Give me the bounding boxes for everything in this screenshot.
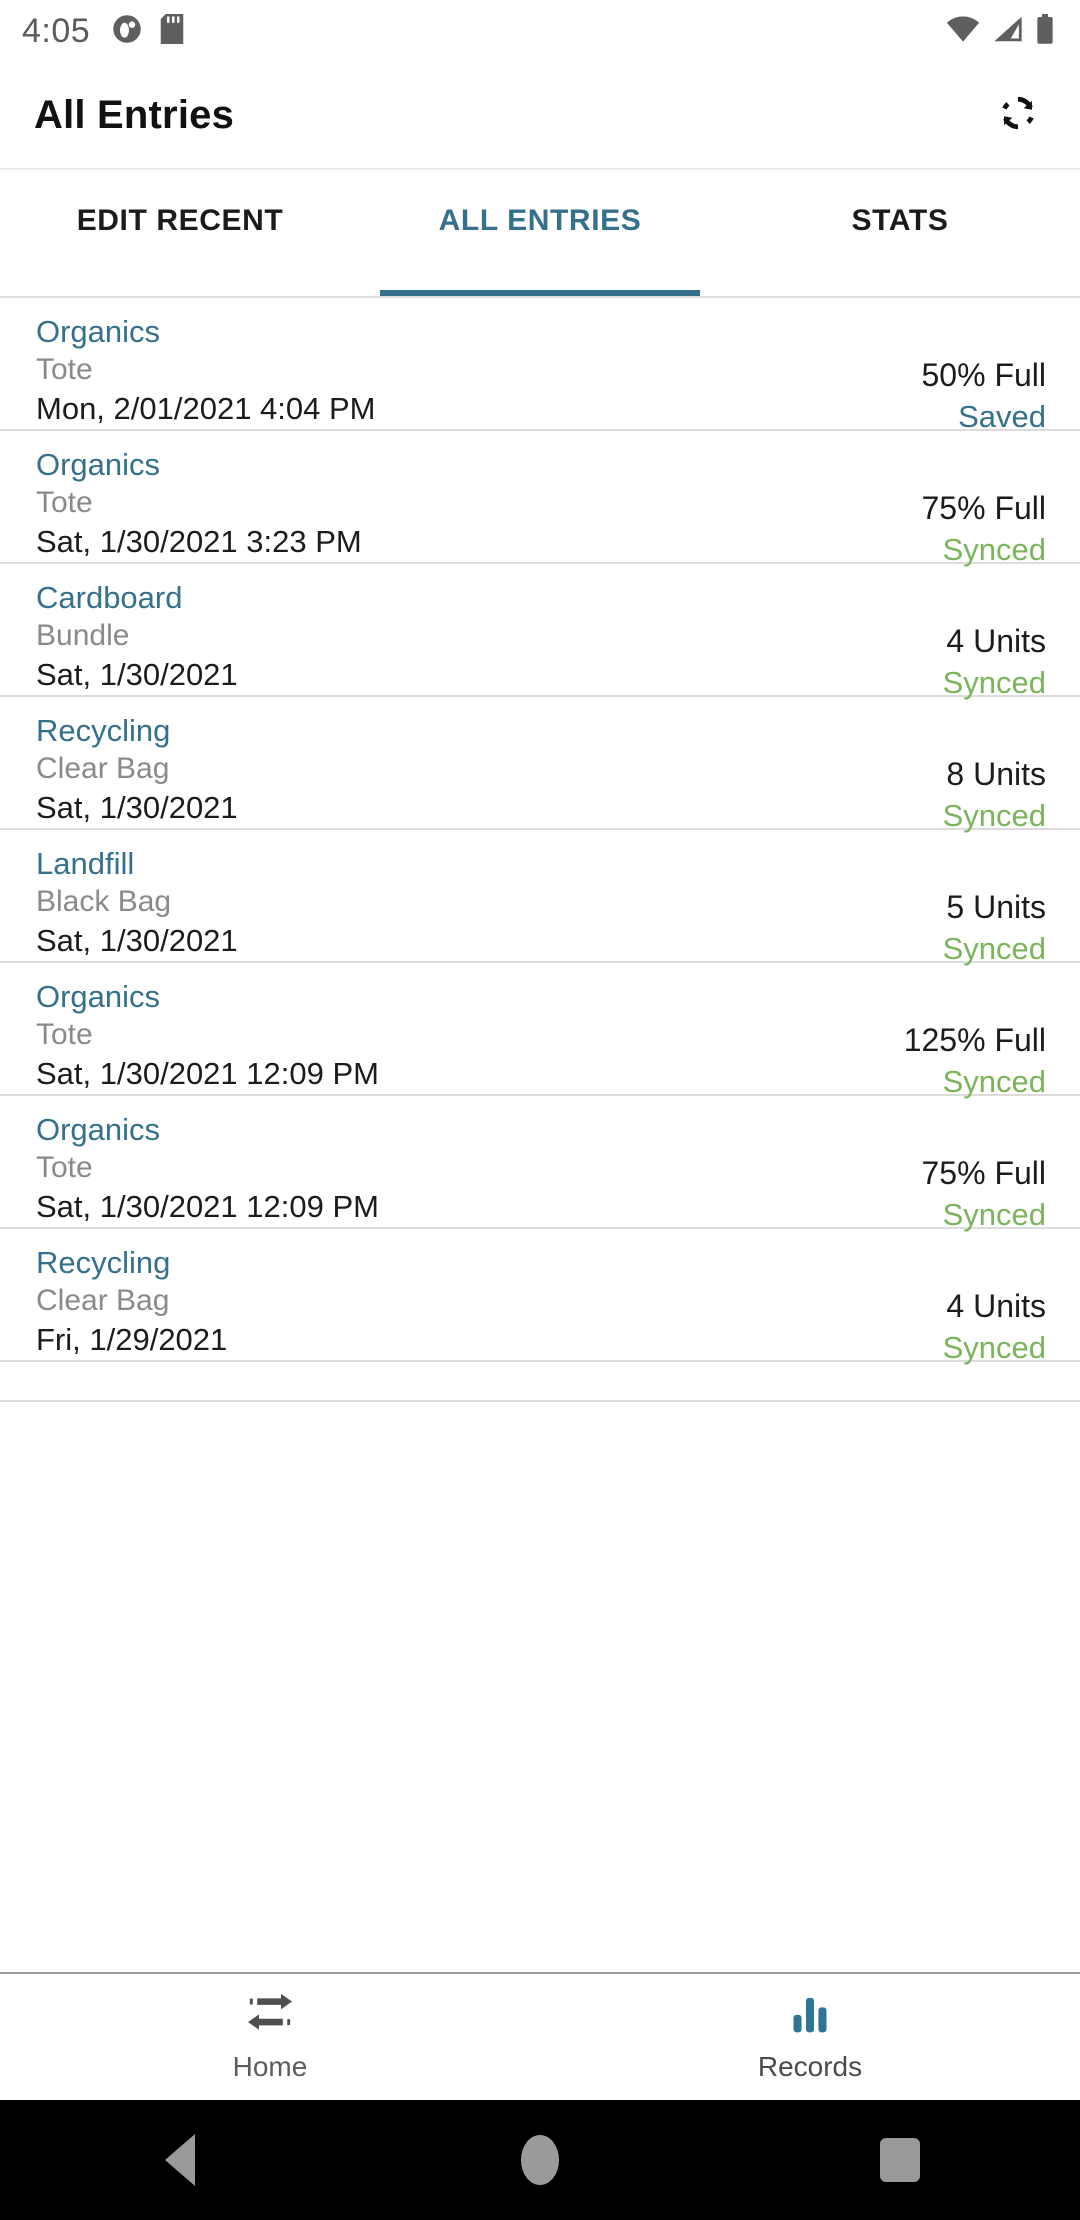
entry-details: Organics Tote Sat, 1/30/2021 3:23 PM xyxy=(36,445,362,562)
entry-date: Sat, 1/30/2021 xyxy=(36,790,238,825)
app-notification-icon xyxy=(112,14,142,49)
entry-details: Cardboard Bundle Sat, 1/30/2021 xyxy=(36,578,238,695)
entry-container: Tote xyxy=(36,1151,93,1184)
back-triangle-icon xyxy=(165,2134,195,2186)
table-row-partial[interactable] xyxy=(0,1362,1080,1402)
entry-category: Organics xyxy=(36,1112,161,1147)
entry-date: Sat, 1/30/2021 3:23 PM xyxy=(36,524,362,559)
tab-label: ALL ENTRIES xyxy=(438,204,642,237)
status-bar-left-icons xyxy=(112,13,184,49)
table-row[interactable]: Organics Tote Sat, 1/30/2021 12:09 PM 75… xyxy=(0,1096,1080,1232)
table-row[interactable]: Recycling Clear Bag Fri, 1/29/2021 4 Uni… xyxy=(0,1229,1080,1365)
entry-category: Cardboard xyxy=(36,580,183,615)
table-row[interactable]: Organics Tote Mon, 2/01/2021 4:04 PM 50%… xyxy=(0,298,1080,434)
table-row[interactable]: Recycling Clear Bag Sat, 1/30/2021 8 Uni… xyxy=(0,697,1080,833)
entry-meta: 4 Units Synced xyxy=(943,1243,1046,1369)
status-bar-right-icons xyxy=(946,13,1054,49)
wifi-icon xyxy=(946,15,980,48)
entry-amount: 75% Full xyxy=(921,490,1047,526)
nav-item-records[interactable]: Records xyxy=(540,1974,1080,2100)
sd-card-icon xyxy=(160,13,184,49)
bar-chart-icon xyxy=(788,1992,832,2041)
entry-amount: 5 Units xyxy=(946,889,1046,925)
entries-list[interactable]: Organics Tote Mon, 2/01/2021 4:04 PM 50%… xyxy=(0,298,1080,1972)
entry-date: Sat, 1/30/2021 xyxy=(36,923,238,958)
entry-date: Mon, 2/01/2021 4:04 PM xyxy=(36,391,376,426)
entry-category: Recycling xyxy=(36,1245,171,1280)
system-navigation-bar xyxy=(0,2100,1080,2220)
tab-all-entries[interactable]: ALL ENTRIES xyxy=(360,172,720,296)
home-button[interactable] xyxy=(360,2135,720,2185)
recents-square-icon xyxy=(880,2138,920,2182)
tab-label: EDIT RECENT xyxy=(76,204,284,237)
entry-details: Organics Tote Sat, 1/30/2021 12:09 PM xyxy=(36,1110,379,1227)
battery-icon xyxy=(1036,13,1054,49)
entry-category: Organics xyxy=(36,979,161,1014)
table-row[interactable]: Organics Tote Sat, 1/30/2021 12:09 PM 12… xyxy=(0,963,1080,1099)
refresh-icon xyxy=(996,91,1040,140)
entry-meta: 125% Full Synced xyxy=(904,977,1046,1103)
table-row[interactable]: Organics Tote Sat, 1/30/2021 3:23 PM 75%… xyxy=(0,431,1080,567)
entry-details: Recycling Clear Bag Sat, 1/30/2021 xyxy=(36,711,238,828)
bottom-navigation: Home Records xyxy=(0,1972,1080,2100)
nav-item-label: Records xyxy=(757,2050,863,2082)
entry-amount: 50% Full xyxy=(921,357,1047,393)
entry-meta: 8 Units Synced xyxy=(943,711,1046,837)
status-bar: 4:05 xyxy=(0,0,1080,62)
entry-meta: 75% Full Synced xyxy=(922,1110,1047,1236)
tab-active-indicator xyxy=(380,290,700,296)
entry-amount: 125% Full xyxy=(903,1022,1046,1058)
tab-edit-recent[interactable]: EDIT RECENT xyxy=(0,172,360,296)
entry-container: Black Bag xyxy=(36,885,172,918)
tab-label: STATS xyxy=(851,204,949,237)
entry-details: Organics Tote Sat, 1/30/2021 12:09 PM xyxy=(36,977,379,1094)
refresh-button[interactable] xyxy=(986,83,1050,147)
tab-stats[interactable]: STATS xyxy=(720,172,1080,296)
entry-category: Recycling xyxy=(36,713,171,748)
app-bar: All Entries xyxy=(0,62,1080,168)
nav-item-label: Home xyxy=(232,2050,308,2082)
nav-item-home[interactable]: Home xyxy=(0,1974,540,2100)
entry-amount: 4 Units xyxy=(946,623,1046,659)
entry-date: Fri, 1/29/2021 xyxy=(36,1322,228,1357)
entry-details: Recycling Clear Bag Fri, 1/29/2021 xyxy=(36,1243,227,1360)
entry-container: Bundle xyxy=(36,619,130,652)
phone-screen: 4:05 All Entries EDIT RECENT ALL ENTRIES… xyxy=(0,0,1080,2220)
table-row[interactable]: Cardboard Bundle Sat, 1/30/2021 4 Units … xyxy=(0,564,1080,700)
exchange-arrows-icon xyxy=(246,1992,294,2041)
entry-amount: 75% Full xyxy=(921,1155,1047,1191)
cellular-signal-icon xyxy=(993,15,1023,48)
entry-container: Tote xyxy=(36,486,93,519)
entry-meta: 75% Full Synced xyxy=(922,445,1047,571)
page-title: All Entries xyxy=(34,92,235,137)
entry-container: Tote xyxy=(36,1018,93,1051)
entry-date: Sat, 1/30/2021 xyxy=(36,657,238,692)
entry-details: Organics Tote Mon, 2/01/2021 4:04 PM xyxy=(36,312,376,429)
entry-date: Sat, 1/30/2021 12:09 PM xyxy=(36,1056,379,1091)
entry-container: Clear Bag xyxy=(36,752,170,785)
entry-category: Organics xyxy=(36,447,161,482)
status-bar-clock: 4:05 xyxy=(22,11,91,50)
recents-button[interactable] xyxy=(720,2138,1080,2182)
entry-container: Clear Bag xyxy=(36,1284,170,1317)
entry-meta: 50% Full Saved xyxy=(922,312,1047,438)
entry-amount: 8 Units xyxy=(946,756,1046,792)
entry-details: Landfill Black Bag Sat, 1/30/2021 xyxy=(36,844,238,961)
entry-category: Landfill xyxy=(36,846,135,881)
back-button[interactable] xyxy=(0,2134,360,2186)
table-row[interactable]: Landfill Black Bag Sat, 1/30/2021 5 Unit… xyxy=(0,830,1080,966)
entry-meta: 4 Units Synced xyxy=(943,578,1046,704)
entry-container: Tote xyxy=(36,353,93,386)
tab-bar: EDIT RECENT ALL ENTRIES STATS xyxy=(0,172,1080,296)
entry-meta: 5 Units Synced xyxy=(943,844,1046,970)
entry-category: Organics xyxy=(36,314,161,349)
entry-amount: 4 Units xyxy=(946,1288,1046,1324)
home-circle-icon xyxy=(521,2135,559,2185)
entry-date: Sat, 1/30/2021 12:09 PM xyxy=(36,1189,379,1224)
